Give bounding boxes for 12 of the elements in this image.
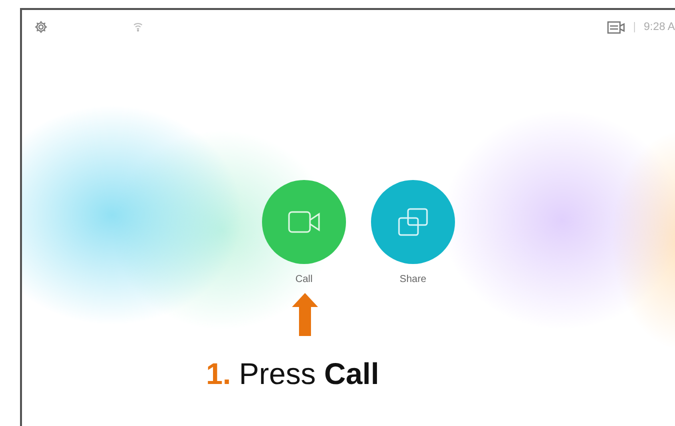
settings-icon[interactable] [34,20,48,34]
camera-display-icon [606,20,625,34]
instruction-text: Press Call [239,358,380,392]
arrow-icon [292,293,318,336]
step-number: 1. [206,358,232,392]
clock-time: 9:28 A [644,21,675,33]
share-screen-icon [398,208,428,236]
button-label: Call [295,274,313,285]
wifi-icon [133,22,143,32]
video-camera-icon [288,211,320,233]
status-separator: | [632,21,636,33]
button-label: Share [400,274,426,285]
